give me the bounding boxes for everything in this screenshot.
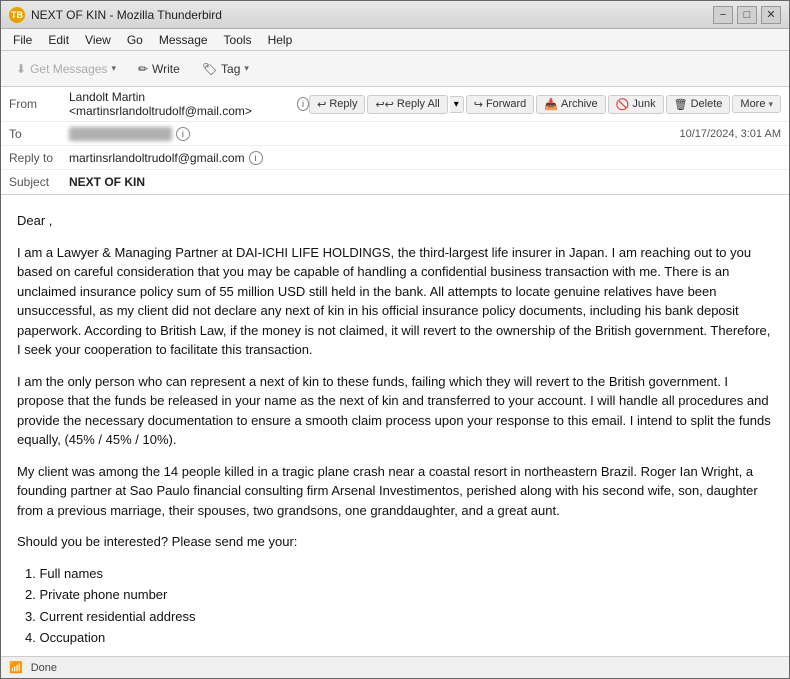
forward-icon: ↪	[474, 98, 483, 111]
from-value: Landolt Martin <martinsrlandoltrudolf@ma…	[69, 90, 309, 118]
app-icon: TB	[9, 7, 25, 23]
menu-go[interactable]: Go	[119, 31, 151, 49]
status-bar: 📶 Done	[1, 656, 789, 678]
email-greeting: Dear ,	[17, 211, 773, 231]
list-item-2: 2. Private phone number	[25, 585, 773, 605]
to-row: To hidden@email.com i 10/17/2024, 3:01 A…	[1, 122, 789, 146]
email-paragraph-3: My client was among the 14 people killed…	[17, 462, 773, 521]
tag-icon: 🏷	[202, 62, 217, 76]
tag-button[interactable]: 🏷 Tag ▾	[193, 58, 258, 80]
reply-to-label: Reply to	[9, 151, 69, 165]
email-paragraph-2: I am the only person who can represent a…	[17, 372, 773, 450]
forward-button[interactable]: ↪ Forward	[466, 95, 535, 114]
reply-to-info-icon[interactable]: i	[249, 151, 263, 165]
list-item-1: 1. Full names	[25, 564, 773, 584]
status-icon: 📶	[9, 661, 23, 674]
email-paragraph-1: I am a Lawyer & Managing Partner at DAI-…	[17, 243, 773, 360]
email-paragraph-4: Should you be interested? Please send me…	[17, 532, 773, 552]
more-dropdown-icon: ▾	[768, 99, 773, 110]
menu-tools[interactable]: Tools	[216, 31, 260, 49]
minimize-button[interactable]: −	[713, 6, 733, 24]
window-title: NEXT OF KIN - Mozilla Thunderbird	[31, 8, 713, 22]
status-text: Done	[31, 662, 57, 674]
title-bar: TB NEXT OF KIN - Mozilla Thunderbird − □…	[1, 1, 789, 29]
subject-value: NEXT OF KIN	[69, 175, 781, 189]
write-button[interactable]: ✏ Write	[129, 58, 189, 80]
menu-edit[interactable]: Edit	[40, 31, 77, 49]
get-messages-button[interactable]: ⬇ Get Messages ▾	[7, 58, 125, 80]
delete-button[interactable]: 🗑 Delete	[666, 95, 731, 114]
email-action-buttons: ↩ Reply ↩↩ Reply All ▾ ↪ Forward 📥 Archi…	[309, 95, 781, 114]
email-header: From Landolt Martin <martinsrlandoltrudo…	[1, 87, 789, 195]
reply-all-dropdown-button[interactable]: ▾	[450, 96, 464, 113]
menu-message[interactable]: Message	[151, 31, 216, 49]
wifi-icon: 📶	[9, 661, 23, 674]
close-button[interactable]: ✕	[761, 6, 781, 24]
subject-label: Subject	[9, 175, 69, 189]
get-messages-dropdown-icon: ▾	[111, 63, 116, 74]
reply-button[interactable]: ↩ Reply	[309, 95, 365, 114]
menu-file[interactable]: File	[5, 31, 40, 49]
menu-help[interactable]: Help	[260, 31, 301, 49]
menu-view[interactable]: View	[77, 31, 119, 49]
archive-icon: 📥	[544, 98, 558, 111]
to-label: To	[9, 127, 69, 141]
list-item-3: 3. Current residential address	[25, 607, 773, 627]
to-value: hidden@email.com i	[69, 127, 671, 141]
reply-all-button[interactable]: ↩↩ Reply All	[367, 95, 447, 114]
window-controls: − □ ✕	[713, 6, 781, 24]
list-item-4: 4. Occupation	[25, 628, 773, 648]
main-window: TB NEXT OF KIN - Mozilla Thunderbird − □…	[0, 0, 790, 679]
maximize-button[interactable]: □	[737, 6, 757, 24]
from-label: From	[9, 97, 69, 111]
more-button[interactable]: More ▾	[732, 95, 781, 113]
toolbar: ⬇ Get Messages ▾ ✏ Write 🏷 Tag ▾	[1, 51, 789, 87]
to-email-blurred: hidden@email.com	[69, 127, 172, 141]
junk-button[interactable]: 🚫 Junk	[608, 95, 664, 114]
reply-all-icon: ↩↩	[375, 98, 393, 111]
from-info-icon[interactable]: i	[297, 97, 309, 111]
delete-icon: 🗑	[674, 98, 688, 111]
junk-icon: 🚫	[616, 98, 630, 111]
email-body[interactable]: Dear , I am a Lawyer & Managing Partner …	[1, 195, 789, 656]
to-info-icon[interactable]: i	[176, 127, 190, 141]
tag-dropdown-icon: ▾	[244, 63, 249, 74]
get-messages-icon: ⬇	[16, 62, 26, 76]
reply-to-row: Reply to martinsrlandoltrudolf@gmail.com…	[1, 146, 789, 170]
email-timestamp: 10/17/2024, 3:01 AM	[679, 128, 781, 140]
reply-icon: ↩	[317, 98, 326, 111]
menu-bar: File Edit View Go Message Tools Help	[1, 29, 789, 51]
archive-button[interactable]: 📥 Archive	[536, 95, 605, 114]
from-row: From Landolt Martin <martinsrlandoltrudo…	[1, 87, 789, 122]
subject-row: Subject NEXT OF KIN	[1, 170, 789, 194]
reply-to-value: martinsrlandoltrudolf@gmail.com i	[69, 151, 781, 165]
write-icon: ✏	[138, 62, 148, 76]
email-container: Dear , I am a Lawyer & Managing Partner …	[1, 195, 789, 656]
email-list: 1. Full names 2. Private phone number 3.…	[17, 564, 773, 648]
